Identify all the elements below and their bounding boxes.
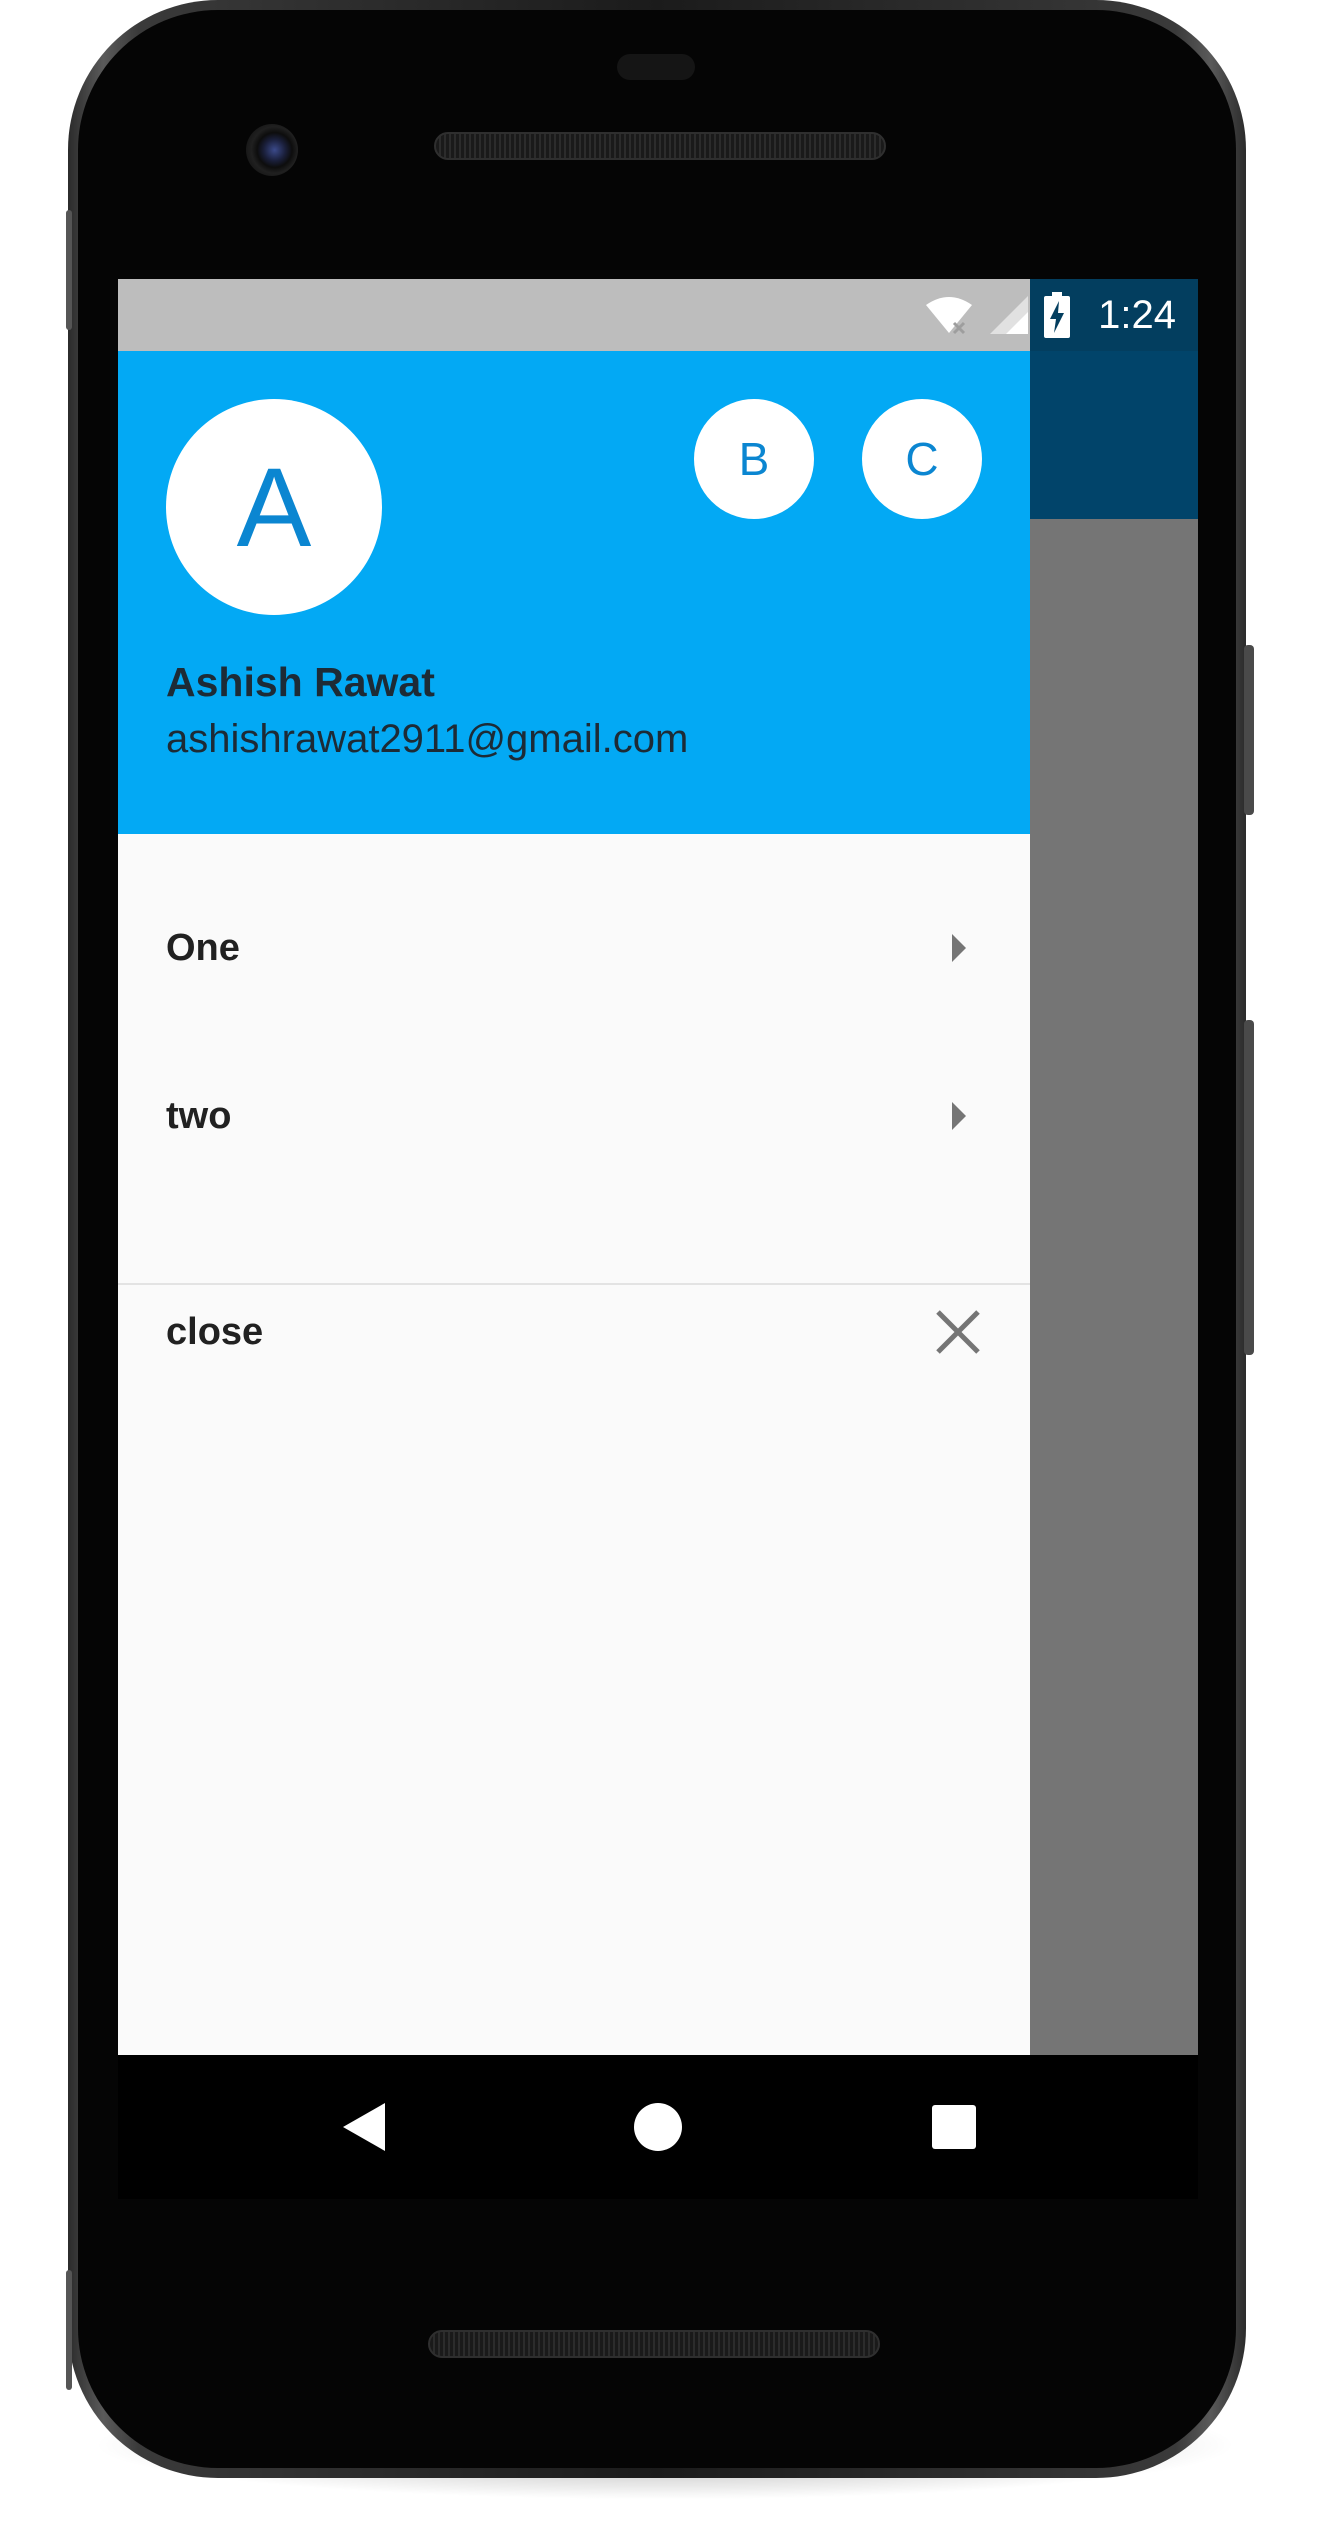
other-account-avatar-b[interactable]: B	[694, 399, 814, 519]
drawer-item-label: One	[166, 926, 240, 969]
bottom-speaker	[428, 2330, 880, 2358]
earpiece-speaker	[434, 132, 886, 160]
account-name: Ashish Rawat	[166, 659, 435, 705]
phone-left-edge-detail	[66, 2270, 72, 2390]
other-account-avatar-c[interactable]: C	[862, 399, 982, 519]
wifi-off-icon	[924, 295, 974, 335]
drawer-item-two[interactable]: two	[118, 1032, 1030, 1200]
drawer-item-close[interactable]: close	[118, 1248, 1030, 1416]
close-icon[interactable]	[934, 1308, 982, 1356]
drawer-item-label: close	[166, 1310, 264, 1353]
drawer-item-one[interactable]: One	[118, 864, 1030, 1032]
back-icon[interactable]	[328, 2091, 400, 2163]
volume-rocker[interactable]	[1244, 1020, 1254, 1355]
battery-charging-icon	[1044, 292, 1071, 338]
arrow-right-icon	[934, 1092, 982, 1140]
status-bar-drawer-scrim	[118, 279, 1030, 351]
drawer-header: A B C Ashish Rawat ashishrawat2911@gmail…	[118, 351, 1030, 834]
status-icons: 1:24	[924, 279, 1176, 351]
status-time: 1:24	[1098, 292, 1176, 337]
phone-left-edge-detail	[66, 210, 72, 330]
cell-signal-icon	[988, 294, 1030, 336]
system-navigation-bar	[118, 2055, 1198, 2199]
power-button[interactable]	[1244, 645, 1254, 815]
drawer-item-label: two	[166, 1094, 232, 1137]
current-account-avatar[interactable]: A	[166, 399, 382, 615]
proximity-sensor	[617, 54, 695, 80]
recents-icon[interactable]	[918, 2091, 990, 2163]
front-camera-icon	[246, 124, 298, 176]
screen: 1:24 A B C Ashish Rawat ashishrawat2911@…	[118, 279, 1198, 2055]
status-bar: 1:24	[118, 279, 1198, 351]
navigation-drawer: A B C Ashish Rawat ashishrawat2911@gmail…	[118, 351, 1030, 2055]
account-email: ashishrawat2911@gmail.com	[166, 717, 689, 761]
home-icon[interactable]	[622, 2091, 694, 2163]
arrow-right-icon	[934, 924, 982, 972]
